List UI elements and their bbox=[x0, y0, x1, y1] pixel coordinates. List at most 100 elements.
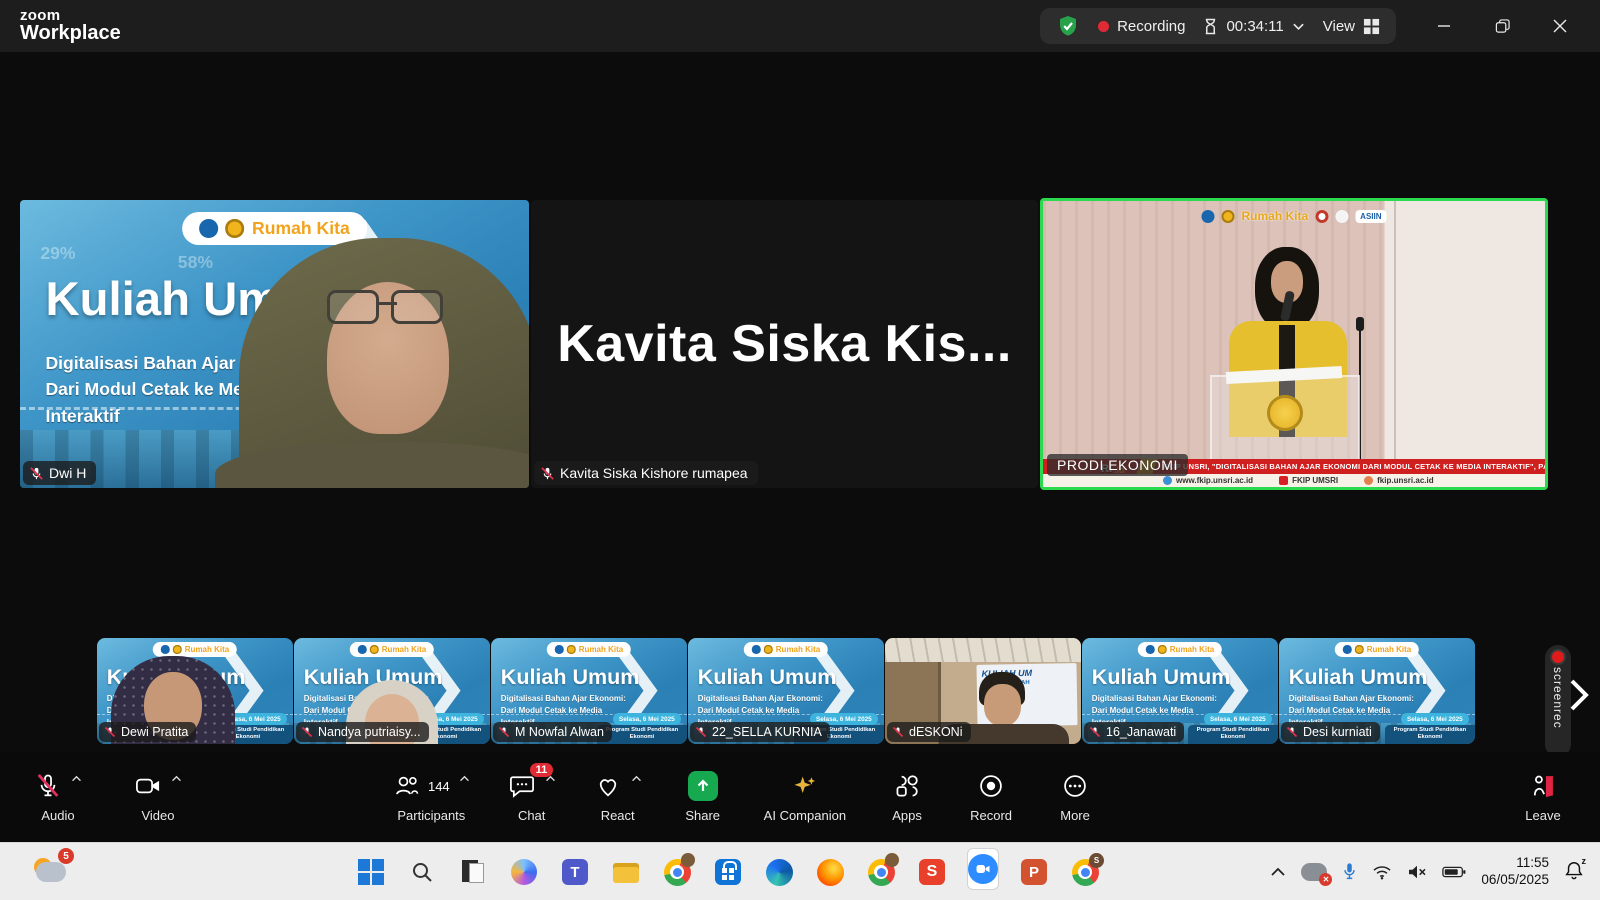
recording-label: Recording bbox=[1117, 18, 1185, 35]
record-icon bbox=[977, 772, 1005, 800]
copilot-button[interactable] bbox=[509, 857, 539, 887]
chevron-up-icon[interactable] bbox=[71, 775, 82, 782]
tray-chevron-up-icon[interactable] bbox=[1270, 866, 1286, 878]
view-button[interactable]: View bbox=[1323, 18, 1380, 35]
unsri-logo-icon bbox=[1158, 645, 1167, 654]
person-face bbox=[984, 684, 1021, 726]
audio-button[interactable]: Audio bbox=[34, 771, 82, 823]
leave-button[interactable]: Leave bbox=[1520, 771, 1566, 823]
teams-button[interactable]: T bbox=[560, 857, 590, 887]
heart-icon bbox=[594, 772, 622, 800]
video-tile-dwi[interactable]: Rumah Kita Kuliah Umum Digitalisasi Baha… bbox=[20, 200, 529, 488]
participants-button[interactable]: 144 Participants bbox=[393, 771, 470, 823]
participant-name-label: Desi kurniati bbox=[1281, 722, 1380, 742]
rumah-kita-brand-text: Rumah Kita bbox=[1241, 209, 1308, 223]
chevron-up-icon[interactable] bbox=[545, 775, 556, 782]
powerpoint-icon: P bbox=[1021, 859, 1047, 885]
thumb-tile-nowfal[interactable]: Rumah Kita Kuliah Umum Digitalisasi Baha… bbox=[491, 638, 687, 744]
task-view-button[interactable] bbox=[458, 857, 488, 887]
firefox-button[interactable] bbox=[815, 857, 845, 887]
video-tile-kavita[interactable]: Kavita Siska Kis... Kavita Siska Kishore… bbox=[531, 200, 1038, 488]
restore-button[interactable] bbox=[1480, 8, 1524, 44]
thumb-tile-deskoni[interactable]: KULIAH UM GITALISASI BAH 06 dESKONi bbox=[885, 638, 1081, 744]
ai-companion-button[interactable]: AI Companion bbox=[764, 771, 846, 823]
thumb-tile-dewi[interactable]: Rumah Kita Kuliah Umum Digitalisasi Baha… bbox=[97, 638, 293, 744]
battery-icon[interactable] bbox=[1442, 865, 1466, 879]
chevron-up-icon[interactable] bbox=[171, 775, 182, 782]
file-explorer-button[interactable] bbox=[611, 857, 641, 887]
edge-button[interactable] bbox=[764, 857, 794, 887]
zoom-app-button-active[interactable] bbox=[968, 857, 998, 887]
slide-logo-pill: Rumah Kita bbox=[547, 642, 631, 657]
leave-label: Leave bbox=[1525, 808, 1560, 823]
onedrive-tray-icon[interactable]: ✕ bbox=[1301, 863, 1327, 881]
firefox-icon bbox=[817, 859, 844, 886]
accreditation-logo-icon bbox=[1315, 210, 1328, 223]
participant-name: Nandya putriaisy... bbox=[318, 725, 421, 739]
slide-logo-pill: Rumah Kita bbox=[350, 642, 434, 657]
chevron-up-icon[interactable] bbox=[631, 775, 642, 782]
mic-muted-icon bbox=[1089, 726, 1101, 738]
participant-name-label: Kavita Siska Kishore rumapea bbox=[534, 461, 758, 485]
wifi-icon[interactable] bbox=[1372, 864, 1392, 880]
participant-name-label: dESKONi bbox=[887, 722, 971, 742]
chat-button[interactable]: 11 Chat bbox=[508, 771, 556, 823]
slide-brand-text: Rumah Kita bbox=[776, 645, 820, 654]
kemdikbud-logo-icon bbox=[752, 645, 761, 654]
unsri-logo-icon bbox=[370, 645, 379, 654]
more-button[interactable]: More bbox=[1052, 771, 1098, 823]
volume-muted-icon[interactable] bbox=[1407, 864, 1427, 880]
titlebar-right: Recording 00:34:11 View bbox=[1040, 8, 1600, 44]
screenrec-app-button[interactable]: S bbox=[917, 857, 947, 887]
chat-bubble-icon bbox=[508, 772, 536, 800]
security-shield-icon[interactable] bbox=[1056, 14, 1080, 38]
record-button[interactable]: Record bbox=[968, 771, 1014, 823]
participant-name-label: 22_SELLA KURNIA bbox=[690, 722, 830, 742]
recording-indicator[interactable]: Recording bbox=[1098, 18, 1185, 35]
mic-muted-icon bbox=[498, 726, 510, 738]
microsoft-store-button[interactable] bbox=[713, 857, 743, 887]
apps-button[interactable]: Apps bbox=[884, 771, 930, 823]
event-logos-row: Rumah Kita ASIIN bbox=[1201, 209, 1386, 223]
notification-center-button[interactable]: z bbox=[1564, 860, 1584, 885]
chevron-down-icon[interactable] bbox=[1292, 22, 1305, 31]
close-button[interactable] bbox=[1538, 8, 1582, 44]
video-camera-icon bbox=[134, 772, 162, 800]
video-button[interactable]: Video bbox=[134, 771, 182, 823]
kemdikbud-logo-icon bbox=[199, 219, 218, 238]
meeting-timer[interactable]: 00:34:11 bbox=[1203, 18, 1304, 35]
toolbar-left-group: Audio Video bbox=[34, 771, 182, 823]
slide-brand-text: Rumah Kita bbox=[382, 645, 426, 654]
youtube-link-text: FKIP UMSRI bbox=[1292, 476, 1338, 485]
thumb-tile-nandya[interactable]: Rumah Kita Kuliah Umum Digitalisasi Baha… bbox=[294, 638, 490, 744]
mic-muted-icon bbox=[892, 726, 904, 738]
thumb-tile-janawati[interactable]: Rumah Kita Kuliah Umum Digitalisasi Baha… bbox=[1082, 638, 1278, 744]
chrome-profile2-button[interactable] bbox=[866, 857, 896, 887]
share-button[interactable]: Share bbox=[680, 771, 726, 823]
search-button[interactable] bbox=[407, 857, 437, 887]
taskbar-clock[interactable]: 11:55 06/05/2025 bbox=[1481, 855, 1549, 889]
slide-date-badge: Selasa, 6 Mei 2025 bbox=[1401, 713, 1470, 724]
mic-muted-icon bbox=[1286, 726, 1298, 738]
person-glasses-bridge bbox=[379, 302, 397, 305]
chevron-up-icon[interactable] bbox=[459, 775, 470, 782]
slide-subtitle-line1: Digitalisasi Bahan Ajar Ekonomi: bbox=[698, 693, 823, 705]
powerpoint-button[interactable]: P bbox=[1019, 857, 1049, 887]
chevron-right-icon bbox=[1568, 678, 1590, 712]
chrome-profile3-button[interactable]: S bbox=[1070, 857, 1100, 887]
thumb-tile-desi[interactable]: Rumah Kita Kuliah Umum Digitalisasi Baha… bbox=[1279, 638, 1475, 744]
participant-name-label: Dwi H bbox=[23, 461, 96, 485]
mic-tray-icon[interactable] bbox=[1342, 862, 1357, 882]
chrome-profile1-button[interactable] bbox=[662, 857, 692, 887]
hourglass-icon bbox=[1203, 18, 1218, 35]
minimize-button[interactable] bbox=[1422, 8, 1466, 44]
participants-count: 144 bbox=[428, 779, 450, 794]
participant-name-label: Dewi Pratita bbox=[99, 722, 196, 742]
thumb-tile-sella[interactable]: Rumah Kita Kuliah Umum Digitalisasi Baha… bbox=[688, 638, 884, 744]
react-button[interactable]: React bbox=[594, 771, 642, 823]
filmstrip-next-button[interactable] bbox=[1568, 678, 1590, 717]
start-button[interactable] bbox=[356, 857, 386, 887]
taskbar-weather-widget[interactable]: 5 bbox=[34, 852, 74, 892]
video-tile-prodi-active-speaker[interactable]: Rumah Kita ASIIN RI .id FKIP UNSRI, "DIG… bbox=[1040, 198, 1548, 490]
round-logo-icon bbox=[1335, 210, 1348, 223]
